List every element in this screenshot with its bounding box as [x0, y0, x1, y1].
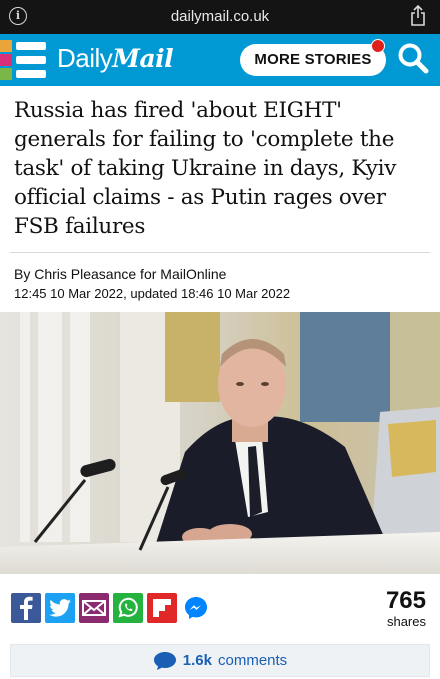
shares-label: shares [386, 614, 426, 629]
messenger-icon [185, 597, 207, 619]
messenger-share-button[interactable] [181, 593, 211, 623]
flipboard-icon [153, 599, 171, 617]
twitter-share-button[interactable] [45, 593, 75, 623]
comments-button[interactable]: 1.6k comments [10, 644, 430, 677]
site-header: DailyMail MORE STORIES [0, 34, 440, 86]
twitter-icon [49, 599, 71, 617]
article-dateline: 12:45 10 Mar 2022, updated 18:46 10 Mar … [14, 286, 291, 301]
hamburger-menu-icon[interactable] [0, 38, 50, 82]
daily-mail-logo[interactable]: DailyMail [57, 43, 174, 74]
comments-label: comments [218, 652, 288, 669]
notification-dot [371, 39, 385, 53]
whatsapp-share-button[interactable] [113, 593, 143, 623]
facebook-share-button[interactable] [11, 593, 41, 623]
flipboard-share-button[interactable] [147, 593, 177, 623]
browser-address-bar: i dailymail.co.uk [0, 0, 440, 34]
whatsapp-icon [118, 597, 138, 618]
email-icon [82, 600, 106, 616]
article-photo-illustration [0, 312, 440, 574]
shares-count: 765 [385, 587, 426, 614]
search-icon[interactable] [397, 42, 431, 76]
comments-count: 1.6k [182, 652, 212, 669]
article-headline: Russia has fired 'about EIGHT' generals … [14, 98, 397, 239]
url-text[interactable]: dailymail.co.uk [0, 8, 440, 25]
article-byline[interactable]: By Chris Pleasance for MailOnline [14, 266, 226, 282]
divider [10, 252, 430, 253]
more-stories-button[interactable]: MORE STORIES [240, 44, 386, 76]
share-icon[interactable] [410, 5, 426, 27]
email-share-button[interactable] [79, 593, 109, 623]
comment-bubble-icon [153, 651, 176, 670]
facebook-icon [20, 596, 33, 620]
article-photo[interactable] [0, 312, 440, 574]
